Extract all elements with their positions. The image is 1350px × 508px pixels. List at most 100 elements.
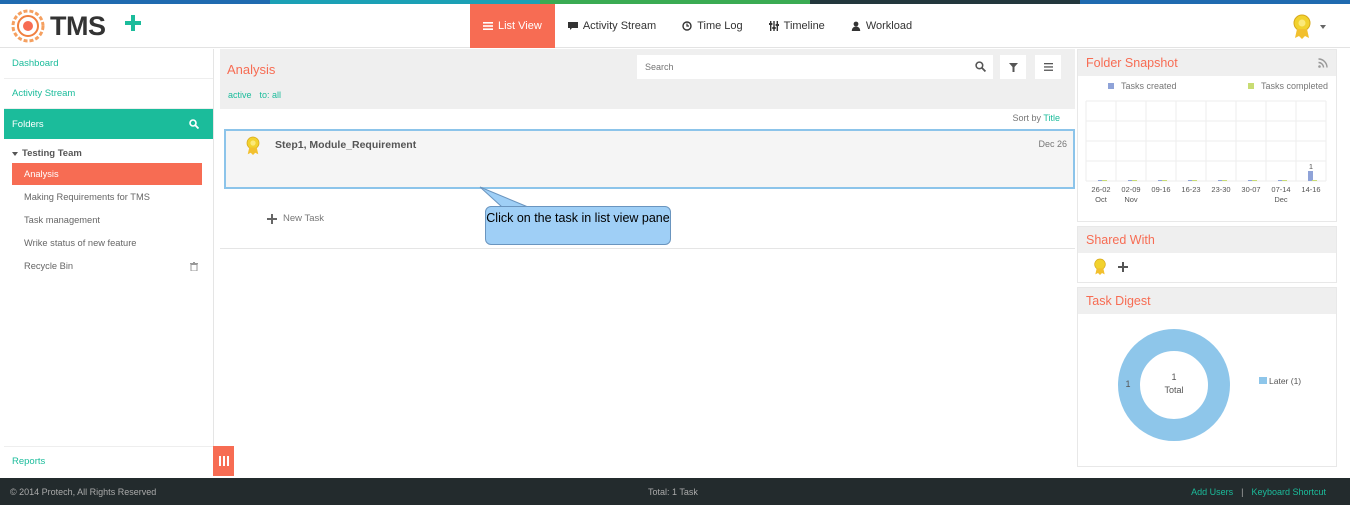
filter-assignee[interactable]: to: all: [260, 90, 282, 100]
legend-item: Tasks created: [1108, 81, 1177, 91]
chevron-down-icon: [1320, 25, 1326, 29]
task-title[interactable]: Step1, Module_Requirement: [275, 139, 416, 151]
legend-item: Later (1): [1269, 376, 1301, 386]
filter-icon: [1008, 62, 1018, 72]
folder-item-making-requirements[interactable]: Making Requirements for TMS: [12, 186, 202, 208]
x-tick-label: 02-09: [1121, 185, 1140, 194]
plus-icon[interactable]: [1118, 262, 1128, 272]
tab-activity-stream[interactable]: Activity Stream: [555, 4, 669, 48]
tab-time-log[interactable]: Time Log: [669, 4, 755, 48]
x-tick-sublabel: Nov: [1124, 195, 1138, 204]
add-users-link[interactable]: Add Users: [1191, 487, 1233, 497]
user-menu[interactable]: [1290, 14, 1326, 40]
sort-value[interactable]: Title: [1043, 113, 1060, 123]
x-tick-sublabel: Dec: [1274, 195, 1288, 204]
task-row[interactable]: Step1, Module_Requirement Dec 26: [224, 129, 1075, 189]
donut-slice-label: 1: [1125, 379, 1130, 389]
plus-icon: [125, 15, 141, 31]
view-tabs: List View Activity Stream Time Log Timel…: [470, 4, 925, 48]
folder-label: Analysis: [24, 169, 59, 179]
chart-bar: [1252, 180, 1257, 181]
folder-snapshot-header: Folder Snapshot: [1078, 50, 1336, 76]
chart-bar: [1222, 180, 1227, 181]
tab-timeline[interactable]: Timeline: [756, 4, 838, 48]
avatar-badge-icon: [1293, 14, 1311, 39]
trash-icon[interactable]: [190, 262, 198, 271]
x-tick-sublabel: Oct: [1095, 195, 1108, 204]
add-button[interactable]: [124, 14, 142, 36]
tms-logo[interactable]: TMS: [10, 8, 106, 44]
folder-item-analysis[interactable]: Analysis: [12, 163, 202, 185]
avatar-badge-icon: [246, 136, 260, 155]
chart-bar: [1192, 180, 1197, 181]
new-task-label: New Task: [283, 213, 325, 224]
team-group[interactable]: Testing Team: [4, 139, 213, 163]
sidebar-item-activity-stream[interactable]: Activity Stream: [4, 79, 213, 109]
x-tick-label: 30-07: [1241, 185, 1260, 194]
legend-item: Tasks completed: [1247, 81, 1328, 91]
sliders-icon: [768, 21, 779, 31]
folder-item-wrike-status[interactable]: Wrike status of new feature: [12, 232, 202, 254]
tab-workload[interactable]: Workload: [838, 4, 925, 48]
x-tick-label: 07-14: [1271, 185, 1290, 194]
data-label: 1: [1309, 162, 1313, 171]
tab-list-view[interactable]: List View: [470, 4, 555, 48]
folder-label: Recycle Bin: [24, 261, 74, 271]
folder-label: Task management: [24, 215, 100, 225]
x-tick-label: 09-16: [1151, 185, 1170, 194]
folder-item-recycle-bin[interactable]: Recycle Bin: [12, 255, 202, 277]
divider: [220, 248, 1075, 249]
folder-label: Making Requirements for TMS: [24, 192, 150, 202]
search-input[interactable]: [637, 55, 993, 79]
keyboard-shortcut-link[interactable]: Keyboard Shortcut: [1251, 487, 1326, 497]
filter-button[interactable]: [1000, 55, 1026, 79]
page-title: Analysis: [227, 62, 276, 77]
tab-label: Time Log: [697, 20, 743, 32]
rss-icon[interactable]: [1318, 58, 1328, 68]
tab-label: Workload: [865, 20, 913, 32]
new-task-button[interactable]: New Task: [267, 213, 324, 224]
folder-snapshot-panel: Folder Snapshot Tasks created Tasks comp…: [1077, 49, 1337, 222]
menu-button[interactable]: [1035, 55, 1061, 79]
chart-bar: [1102, 180, 1107, 181]
sort-control: Sort by Title: [1012, 113, 1060, 123]
shared-with-panel: Shared With: [1077, 226, 1337, 283]
clock-icon: [682, 21, 692, 31]
shared-with-header: Shared With: [1078, 227, 1336, 253]
search-icon[interactable]: [975, 61, 986, 72]
list-icon: [483, 22, 493, 30]
sidebar-item-reports[interactable]: Reports: [4, 446, 214, 476]
sort-label: Sort by: [1012, 113, 1041, 123]
list-header: Analysis active to: all: [220, 49, 1075, 109]
folders-header[interactable]: Folders: [4, 109, 213, 139]
chart-bar: [1162, 180, 1167, 181]
active-filters: active to: all: [228, 90, 281, 100]
plus-icon: [267, 213, 277, 224]
footer: © 2014 Protech, All Rights Reserved Tota…: [0, 478, 1350, 505]
folder-item-task-management[interactable]: Task management: [12, 209, 202, 231]
folders-label: Folders: [12, 118, 44, 130]
link-separator: |: [1241, 487, 1244, 497]
tab-label: Timeline: [783, 20, 825, 32]
panel-title: Shared With: [1086, 233, 1155, 247]
list-view-pane: Analysis active to: all Sort by Title St…: [220, 49, 1075, 476]
search-icon[interactable]: [189, 119, 199, 129]
folder-snapshot-chart: 1 26-02Oct 02-09Nov 09-16 16-23 23-30 30-07 07-…: [1085, 100, 1327, 204]
filter-active[interactable]: active: [228, 90, 252, 100]
comment-icon: [567, 22, 578, 30]
task-digest-header: Task Digest: [1078, 288, 1336, 314]
x-tick-label: 26-02: [1091, 185, 1110, 194]
task-due-date: Dec 26: [1038, 139, 1067, 149]
logo-gear-icon: [11, 9, 45, 43]
sidebar: Dashboard Activity Stream Folders Testin…: [4, 49, 214, 476]
chart-legend: Tasks created Tasks completed: [1078, 76, 1336, 91]
x-tick-label: 14-16: [1301, 185, 1320, 194]
tab-label: List View: [498, 20, 542, 32]
team-label: Testing Team: [22, 148, 82, 159]
task-digest-panel: Task Digest 1 1 Total Later (1): [1077, 287, 1337, 467]
instruction-callout: Click on the task in list view pane: [485, 206, 671, 245]
menu-icon: [1043, 63, 1053, 71]
avatar-badge-icon[interactable]: [1092, 258, 1108, 276]
sidebar-item-dashboard[interactable]: Dashboard: [4, 49, 213, 79]
chart-bar: [1282, 180, 1287, 181]
